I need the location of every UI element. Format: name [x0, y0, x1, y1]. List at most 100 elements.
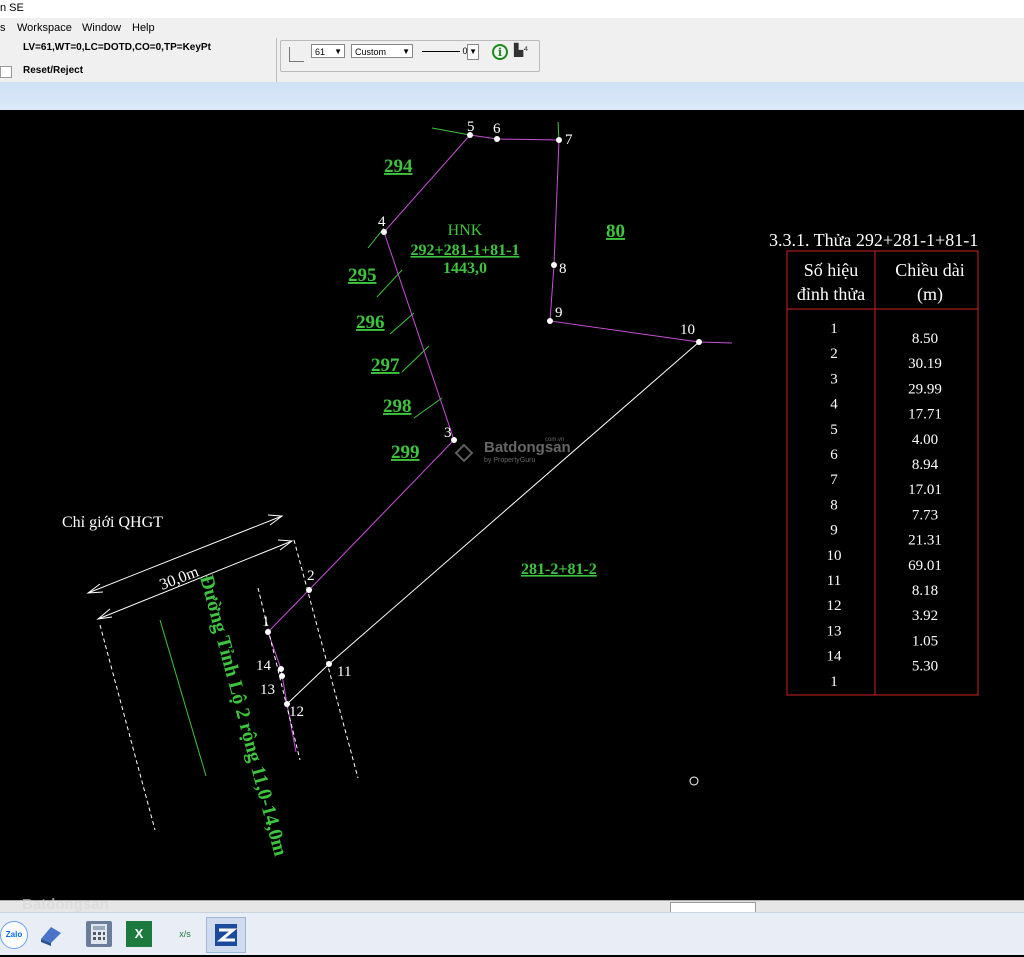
vertex-label: 2 [307, 568, 315, 584]
table-vertex-cell: 9 [830, 523, 838, 539]
table-header-col2: Chiều dài [895, 260, 965, 280]
main-parcel-info: HNK 292+281-1+81-1 1443,0 [411, 222, 520, 277]
parcel-label-281-2: 281-2+81-2 [521, 561, 597, 578]
table-vertex-cell: 6 [830, 447, 838, 463]
parcel-label-299: 299 [391, 442, 420, 463]
road-width-label: 30,0m [157, 563, 201, 594]
zalo-label: Zalo [5, 930, 23, 939]
calculator-icon[interactable] [86, 921, 112, 947]
menu-item-workspace[interactable]: Workspace [17, 22, 72, 34]
table-vertex-cell: 12 [827, 598, 842, 614]
table-header-col1: Số hiệu [804, 260, 859, 280]
excel-label: X [134, 926, 144, 941]
vertex-point [306, 587, 312, 593]
vertex-points [265, 132, 702, 707]
vertex-label: 11 [337, 664, 351, 680]
taskbar: Zalo X x/s [0, 912, 1024, 955]
cursor-circle [689, 776, 699, 786]
vertex-label: 7 [565, 132, 573, 148]
parcel-area: 1443,0 [443, 260, 487, 277]
table-vertex-cell: 11 [827, 573, 841, 589]
hatch-line [389, 312, 415, 335]
vertex-label: 3 [444, 425, 452, 441]
boundary-line [328, 341, 700, 665]
boundary-line [286, 663, 330, 705]
parcel-outline [267, 134, 733, 633]
level-dropdown[interactable]: 61 ▼ [311, 44, 345, 58]
menu-item-tools[interactable]: s [0, 22, 6, 34]
table-title: 3.3.1. Thửa 292+281-1+81-1 [769, 230, 978, 250]
spreadsheet-label: x/s [179, 929, 191, 939]
excel-icon[interactable]: X [126, 921, 152, 947]
parcel-label-298: 298 [383, 396, 412, 417]
vertex-point [551, 262, 557, 268]
menu-item-window[interactable]: Window [82, 22, 121, 34]
parcel-label-294: 294 [384, 156, 413, 177]
table-length-cell: 17.01 [908, 482, 942, 498]
vertex-label: 1 [262, 614, 270, 630]
watermark-sub: by PropertyGuru [484, 457, 535, 464]
table-length-cell: 5.30 [912, 659, 938, 675]
drawing-canvas[interactable]: 1 2 3 4 5 6 7 8 9 10 11 12 13 14 294 80 … [0, 110, 1024, 900]
table-length-cell: 69.01 [908, 558, 942, 574]
vertex-point [696, 339, 702, 345]
table-rows: 123456789101112131418.5030.1929.9917.714… [827, 321, 942, 690]
parcel-code: HNK [448, 222, 483, 239]
chevron-down-icon: ▼ [334, 47, 342, 56]
road-edge-line [99, 624, 156, 831]
vertex-label: 8 [559, 261, 567, 277]
toolbar: LV=61,WT=0,LC=DOTD,CO=0,TP=KeyPt Reset/R… [0, 38, 1024, 83]
vertex-point [451, 437, 457, 443]
length-table: 3.3.1. Thửa 292+281-1+81-1 Số hiệu đỉnh … [769, 230, 979, 696]
parcel-label-80: 80 [606, 221, 625, 242]
weight-dropdown[interactable]: 0 ▼ [419, 44, 481, 60]
microstation-icon[interactable] [206, 917, 246, 953]
vertex-label: 4 [378, 214, 386, 230]
stamp-icon[interactable]: ▙⁴ [514, 43, 528, 57]
vertex-label: 10 [680, 322, 695, 338]
table-vertex-cell: 1 [830, 674, 838, 690]
table-vertex-cell: 5 [830, 422, 838, 438]
menu-item-help[interactable]: Help [132, 22, 155, 34]
table-header-col1-line2: đỉnh thửa [797, 284, 865, 304]
attributes-toolbar: 61 ▼ Custom ▼ 0 ▼ i ▙⁴ [280, 40, 540, 72]
zalo-icon[interactable]: Zalo [0, 921, 28, 949]
boundary-line [431, 127, 471, 136]
reset-checkbox[interactable] [0, 66, 12, 78]
vertex-point [278, 666, 284, 672]
road-boundary-label: Chỉ giới QHGT [62, 514, 163, 531]
status-panel: LV=61,WT=0,LC=DOTD,CO=0,TP=KeyPt Reset/R… [0, 38, 277, 82]
table-length-cell: 3.92 [912, 608, 938, 624]
table-length-cell: 17.71 [908, 407, 942, 423]
spreadsheet-icon[interactable]: x/s [172, 921, 198, 947]
table-vertex-cell: 14 [827, 649, 843, 665]
info-icon[interactable]: i [492, 44, 508, 60]
vertex-label: 5 [467, 119, 475, 135]
vertex-labels: 1 2 3 4 5 6 7 8 9 10 11 12 13 14 [256, 119, 695, 720]
table-length-cell: 8.18 [912, 583, 938, 599]
chevron-down-icon: ▼ [467, 44, 479, 60]
ftp-icon[interactable] [38, 921, 64, 947]
table-vertex-cell: 1 [830, 321, 838, 337]
table-vertex-cell: 3 [830, 371, 838, 387]
style-dropdown[interactable]: Custom ▼ [351, 44, 413, 58]
vertex-point [326, 661, 332, 667]
vertex-label: 9 [555, 305, 563, 321]
table-vertex-cell: 10 [827, 548, 842, 564]
hatch-line [401, 345, 430, 373]
watermark: Batdongsan com.vn by PropertyGuru [454, 437, 571, 464]
table-length-cell: 30.19 [908, 356, 942, 372]
color-swatch-icon[interactable] [289, 47, 304, 62]
vertex-point [547, 318, 553, 324]
parcel-label-295: 295 [348, 265, 377, 286]
table-header-col2-line2: (m) [917, 284, 943, 305]
table-length-cell: 7.73 [912, 507, 938, 523]
vertex-point [279, 673, 285, 679]
reset-reject-button[interactable]: Reset/Reject [23, 65, 83, 76]
table-length-cell: 8.50 [912, 331, 938, 347]
watermark-logo-icon [454, 443, 474, 463]
menu-bar: s Workspace Window Help [0, 18, 1024, 38]
table-length-cell: 29.99 [908, 381, 942, 397]
parcel-label-296: 296 [356, 312, 385, 333]
watermark-domain: com.vn [545, 437, 564, 443]
